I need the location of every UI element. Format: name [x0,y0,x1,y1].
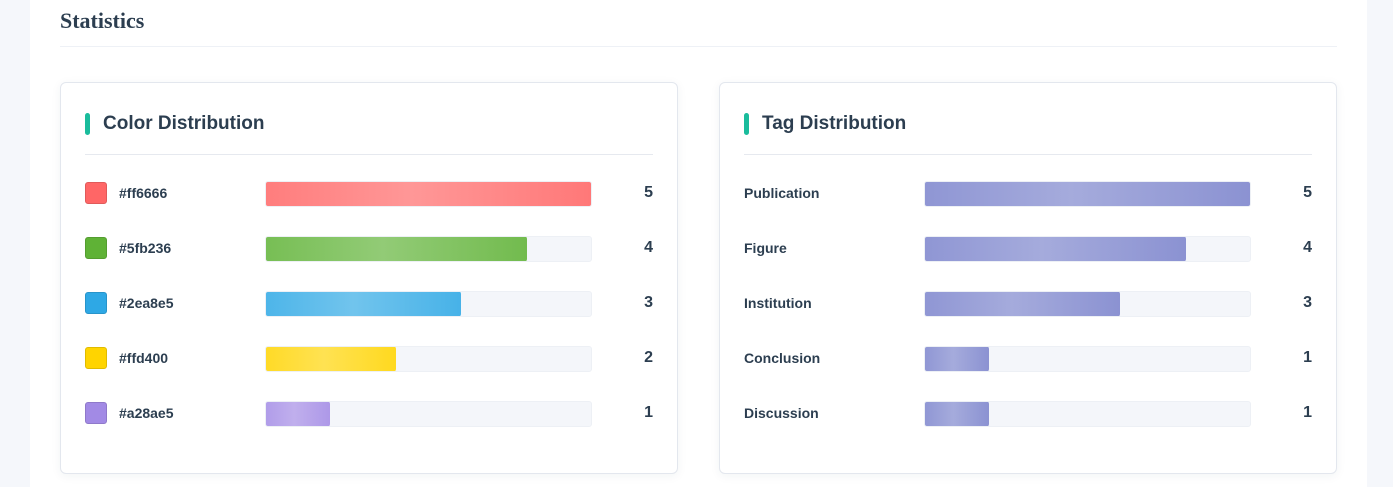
tag-count: 3 [1303,294,1312,311]
tag-distribution-card: Tag Distribution Publication 5 Figure 4 … [719,82,1337,474]
progress-track [924,291,1251,317]
tag-count: 4 [1303,239,1312,256]
color-row: #2ea8e5 3 [85,291,653,346]
tag-row: Institution 3 [744,291,1312,346]
tag-label: Figure [744,240,787,256]
tag-row: Discussion 1 [744,401,1312,456]
color-count: 3 [644,294,653,311]
progress-fill [266,292,461,316]
tag-label: Conclusion [744,350,821,366]
color-label: #a28ae5 [119,405,174,421]
progress-track [265,181,592,207]
tag-row: Figure 4 [744,236,1312,291]
progress-track [265,401,592,427]
color-swatch [85,347,107,369]
color-count: 2 [644,349,653,366]
progress-fill [925,347,989,371]
tag-row: Publication 5 [744,181,1312,236]
card-accent-bar [744,112,749,135]
color-row: #a28ae5 1 [85,401,653,456]
tag-count: 5 [1303,184,1312,201]
progress-fill [266,347,396,371]
tag-label: Discussion [744,405,819,421]
card-accent-bar [85,112,90,135]
progress-track [924,236,1251,262]
color-distribution-card: Color Distribution #ff6666 5 #5fb236 4 #… [60,82,678,474]
color-count: 5 [644,184,653,201]
color-row: #5fb236 4 [85,236,653,291]
tag-rows: Publication 5 Figure 4 Institution 3 Con… [744,155,1312,456]
tag-count: 1 [1303,349,1312,366]
tag-card-header: Tag Distribution [744,83,1312,155]
statistics-panel: Statistics Color Distribution #ff6666 5 … [30,0,1367,487]
color-label: #2ea8e5 [119,295,174,311]
color-count: 4 [644,239,653,256]
progress-fill [925,402,989,426]
stats-cards: Color Distribution #ff6666 5 #5fb236 4 #… [60,82,1337,474]
section-title: Statistics [60,0,1337,47]
color-swatch [85,182,107,204]
tag-label: Publication [744,185,820,201]
progress-track [924,401,1251,427]
color-swatch [85,237,107,259]
color-row: #ff6666 5 [85,181,653,236]
color-label: #5fb236 [119,240,172,256]
color-swatch [85,292,107,314]
color-label: #ff6666 [119,185,168,201]
progress-fill [925,237,1186,261]
color-rows: #ff6666 5 #5fb236 4 #2ea8e5 3 #ffd400 2 … [85,155,653,456]
color-card-header: Color Distribution [85,83,653,155]
tag-card-title: Tag Distribution [762,112,907,134]
progress-track [265,346,592,372]
tag-row: Conclusion 1 [744,346,1312,401]
progress-track [265,291,592,317]
tag-count: 1 [1303,404,1312,421]
color-row: #ffd400 2 [85,346,653,401]
color-swatch [85,402,107,424]
progress-fill [925,182,1250,206]
progress-track [265,236,592,262]
progress-fill [266,237,527,261]
progress-track [924,346,1251,372]
color-label: #ffd400 [119,350,169,366]
tag-label: Institution [744,295,812,311]
progress-track [924,181,1251,207]
progress-fill [925,292,1120,316]
progress-fill [266,402,330,426]
progress-fill [266,182,591,206]
color-count: 1 [644,404,653,421]
color-card-title: Color Distribution [103,112,265,134]
